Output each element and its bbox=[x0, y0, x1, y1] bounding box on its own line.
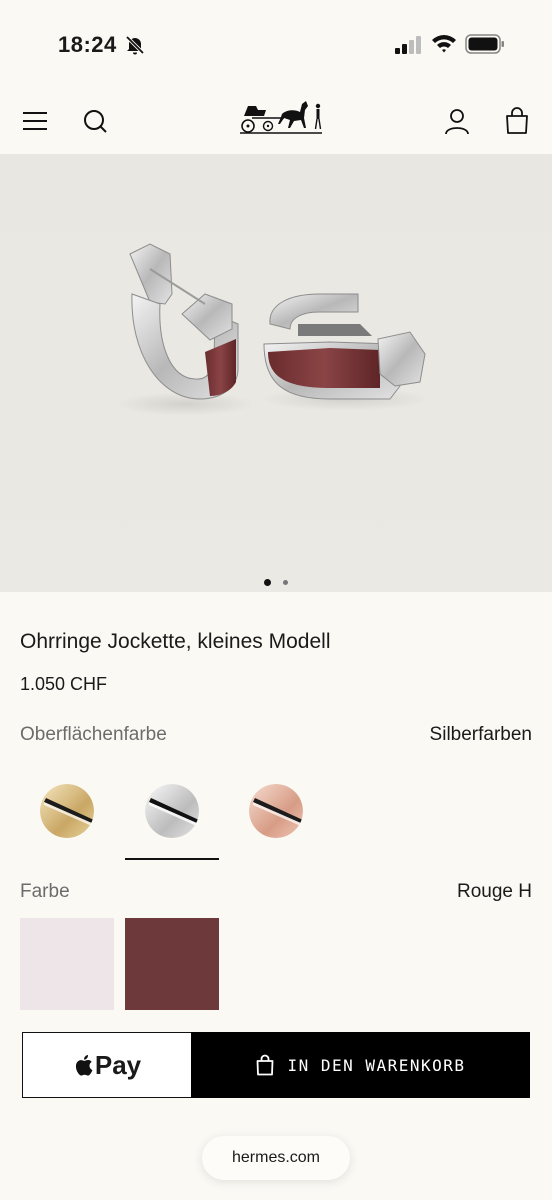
color-selected-value: Rouge H bbox=[457, 881, 532, 902]
pagination-dot-active[interactable] bbox=[263, 579, 271, 587]
status-time: 18:24 bbox=[58, 32, 117, 57]
finish-option-silver[interactable] bbox=[125, 780, 219, 860]
product-title: Ohrringe Jockette, kleines Modell bbox=[20, 630, 331, 653]
hermes-carriage-logo[interactable] bbox=[238, 94, 324, 138]
add-to-cart-button[interactable]: IN DEN WARENKORB bbox=[191, 1032, 530, 1098]
menu-icon[interactable] bbox=[20, 106, 50, 136]
add-to-cart-label: IN DEN WARENKORB bbox=[287, 1055, 466, 1075]
url-text: hermes.com bbox=[231, 1149, 321, 1166]
bell-slash-icon bbox=[125, 35, 145, 55]
shopping-bag-icon[interactable] bbox=[502, 106, 532, 136]
wifi-icon bbox=[432, 35, 456, 53]
shopping-bag-icon bbox=[257, 1054, 274, 1076]
color-label: Farbe bbox=[20, 881, 70, 902]
search-icon[interactable] bbox=[80, 106, 110, 136]
purchase-actions: Pay IN DEN WARENKORB bbox=[22, 1032, 530, 1098]
gallery-pagination bbox=[0, 574, 552, 587]
apple-pay-button[interactable]: Pay bbox=[22, 1032, 192, 1098]
rose-gold-finish-swatch bbox=[249, 784, 303, 838]
browser-url-bar[interactable]: hermes.com bbox=[202, 1136, 350, 1180]
apple-logo-icon bbox=[75, 1055, 93, 1076]
product-image bbox=[115, 243, 430, 416]
product-image-gallery[interactable] bbox=[0, 154, 552, 592]
signal-icon bbox=[395, 36, 421, 54]
product-price: 1.050 CHF bbox=[20, 674, 108, 694]
color-option-rouge-h[interactable] bbox=[125, 918, 219, 1010]
finish-option-gold[interactable] bbox=[20, 780, 114, 860]
battery-icon bbox=[465, 34, 504, 54]
account-icon[interactable] bbox=[442, 106, 472, 136]
apple-pay-label: Pay bbox=[94, 1049, 142, 1080]
gold-finish-swatch bbox=[40, 784, 94, 838]
color-option-light-pink[interactable] bbox=[20, 918, 114, 1010]
top-navigation bbox=[0, 90, 552, 154]
finish-label: Oberflächenfarbe bbox=[20, 724, 167, 745]
finish-selected-value: Silberfarben bbox=[429, 724, 532, 745]
status-bar: 18:24 bbox=[0, 0, 552, 90]
finish-option-rose-gold[interactable] bbox=[229, 780, 323, 860]
silver-finish-swatch bbox=[145, 784, 199, 838]
